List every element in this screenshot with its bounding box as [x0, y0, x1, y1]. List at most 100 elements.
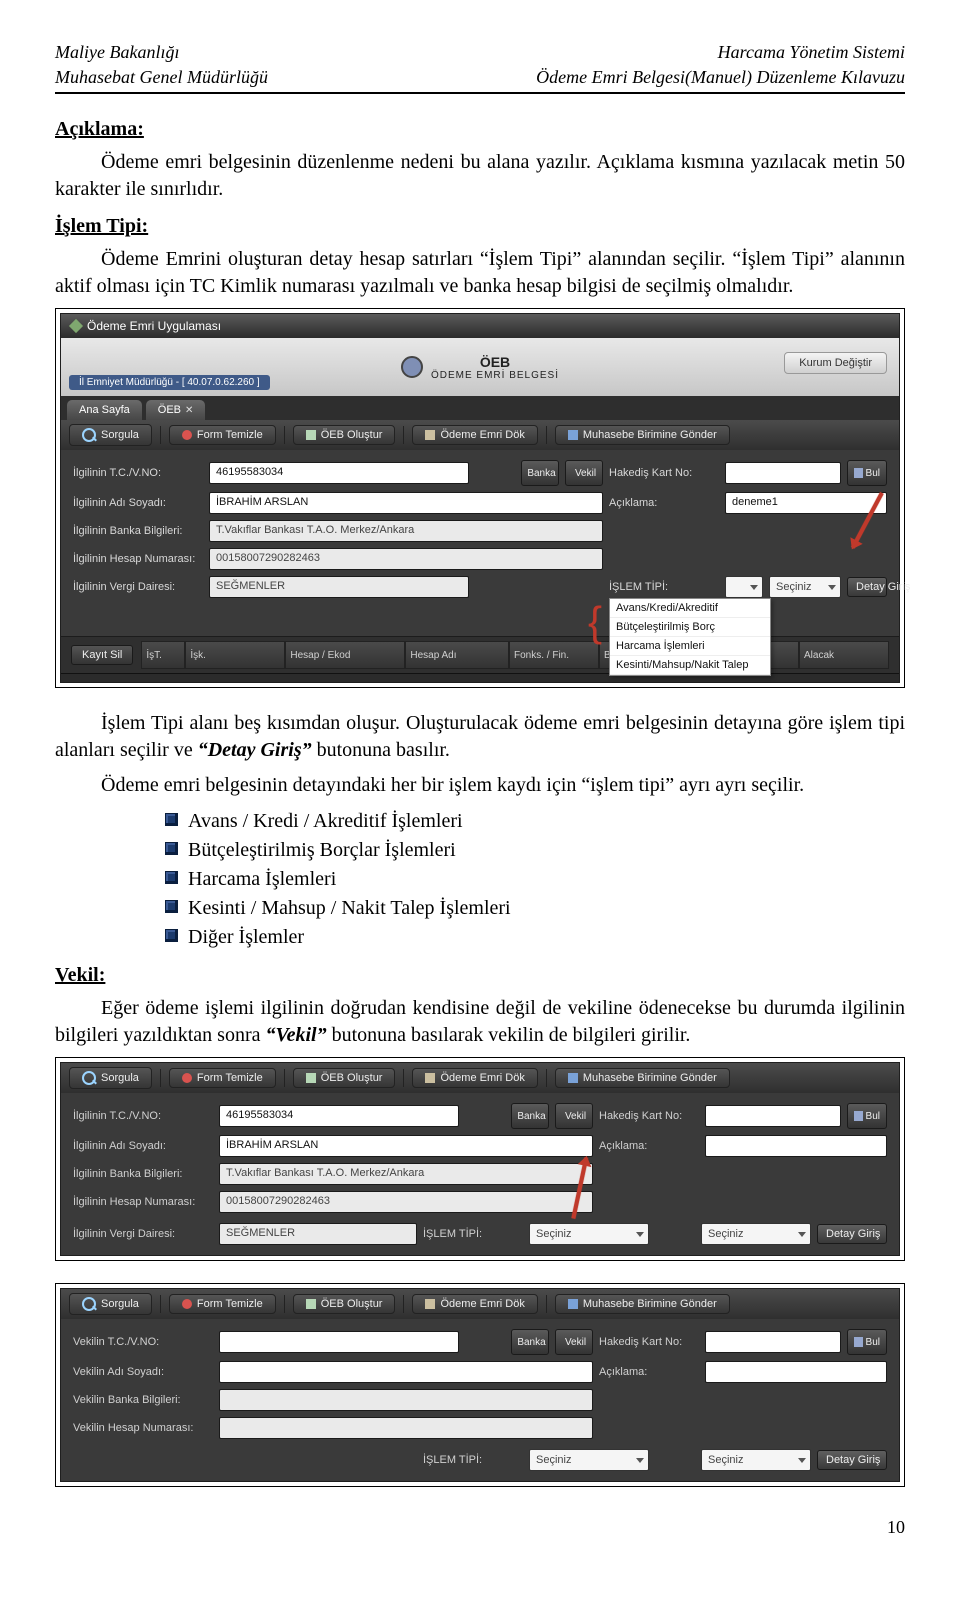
aciklama-input[interactable]: deneme1 [725, 492, 887, 514]
label-vekil-hesapno: Vekilin Hesap Numarası: [73, 1422, 213, 1434]
islemtipi-select-1[interactable]: Seçiniz [529, 1223, 649, 1245]
label-islemtipi: İŞLEM TİPİ: [609, 581, 719, 593]
label-banka: İlgilinin Banka Bilgileri: [73, 525, 203, 537]
islemtipi-select-2[interactable]: Seçiniz [769, 576, 841, 598]
hakedis-input[interactable] [725, 462, 841, 484]
vekil-button[interactable]: Vekil [555, 1329, 593, 1355]
sorgula-button[interactable]: Sorgula [69, 1293, 152, 1315]
label-vergidairesi: İlgilinin Vergi Dairesi: [73, 581, 203, 593]
odeme-emri-dok-button[interactable]: Ödeme Emri Dök [412, 1068, 537, 1088]
islemtipi-select-1[interactable]: Seçiniz [529, 1449, 649, 1471]
form-temizle-button[interactable]: Form Temizle [169, 1068, 276, 1088]
banka-input: T.Vakıflar Bankası T.A.O. Merkez/Ankara [209, 520, 603, 542]
label-hesapno: İlgilinin Hesap Numarası: [73, 1196, 213, 1208]
grid-header: Fonks. / Fin. [509, 641, 599, 669]
curly-brace-annotation: { [588, 601, 602, 643]
bullet-icon [165, 871, 178, 884]
dropdown-item[interactable]: Kesinti/Mahsup/Nakit Talep [610, 656, 770, 675]
label-adsoyad: İlgilinin Adı Soyadı: [73, 1140, 213, 1152]
muhasebe-gonder-button[interactable]: Muhasebe Birimine Gönder [555, 1294, 730, 1314]
chevron-down-icon [636, 1458, 644, 1463]
islemtipi-select-1[interactable] [725, 576, 763, 598]
screenshot-2: Sorgula Form Temizle ÖEB Oluştur Ödeme E… [55, 1057, 905, 1261]
clear-icon [182, 1299, 192, 1309]
banka-button[interactable]: Banka [511, 1103, 549, 1129]
islem-tipi-bullets: Avans / Kredi / Akreditif İşlemleri Bütç… [165, 807, 905, 952]
tcvno-input[interactable]: 46195583034 [209, 462, 469, 484]
bul-button[interactable]: Bul [847, 1329, 887, 1355]
section-title-islem-tipi: İşlem Tipi: [55, 215, 905, 238]
app-banner: İl Emniyet Müdürlüğü - [ 40.07.0.62.260 … [61, 338, 899, 396]
label-banka: İlgilinin Banka Bilgileri: [73, 1168, 213, 1180]
dropdown-item[interactable]: Bütçeleştirilmiş Borç [610, 618, 770, 637]
send-icon [568, 430, 578, 440]
sorgula-button[interactable]: Sorgula [69, 424, 152, 446]
grid-body-empty [61, 673, 899, 682]
chevron-down-icon [750, 585, 758, 590]
muhasebe-gonder-button[interactable]: Muhasebe Birimine Gönder [555, 425, 730, 445]
clear-icon [182, 430, 192, 440]
label-hakedis: Hakediş Kart No: [599, 1336, 699, 1348]
adsoyad-input[interactable]: İBRAHİM ARSLAN [209, 492, 603, 514]
banka-button[interactable]: Banka [511, 1329, 549, 1355]
detay-giris-button[interactable]: Detay Giriş [817, 1450, 887, 1470]
aciklama-input[interactable] [705, 1135, 887, 1157]
odeme-emri-dok-button[interactable]: Ödeme Emri Dök [412, 1294, 537, 1314]
tab-oeb[interactable]: ÖEB✕ [146, 400, 206, 420]
app-titlebar: Ödeme Emri Uygulaması [61, 314, 899, 338]
sorgula-button[interactable]: Sorgula [69, 1067, 152, 1089]
bullet-icon [165, 900, 178, 913]
section-title-aciklama: Açıklama: [55, 118, 905, 141]
send-icon [568, 1299, 578, 1309]
oeb-olustur-button[interactable]: ÖEB Oluştur [293, 1068, 396, 1088]
vekil-tcvno-input[interactable] [219, 1331, 459, 1353]
kayit-sil-button[interactable]: Kayıt Sil [71, 645, 133, 665]
banka-button[interactable]: Banka [521, 460, 559, 486]
search-icon [82, 1297, 96, 1311]
close-icon[interactable]: ✕ [185, 405, 193, 416]
document-icon [306, 430, 316, 440]
form-temizle-button[interactable]: Form Temizle [169, 1294, 276, 1314]
islemtipi-select-2[interactable]: Seçiniz [701, 1449, 811, 1471]
bul-button[interactable]: Bul [847, 1103, 887, 1129]
bullet-icon [165, 842, 178, 855]
form-temizle-button[interactable]: Form Temizle [169, 425, 276, 445]
label-tcvno: İlgilinin T.C./V.NO: [73, 1110, 213, 1122]
banner-logo: ÖEB ÖDEME EMRİ BELGESİ [401, 354, 559, 381]
detay-giris-button[interactable]: Detay Giriş [847, 577, 887, 597]
tcvno-input[interactable]: 46195583034 [219, 1105, 459, 1127]
grid-header: İşk. [185, 641, 285, 669]
change-org-button[interactable]: Kurum Değiştir [784, 352, 887, 374]
print-icon [425, 1299, 435, 1309]
banner-unit: İl Emniyet Müdürlüğü - [ 40.07.0.62.260 … [69, 375, 270, 390]
aciklama-input[interactable] [705, 1361, 887, 1383]
oeb-olustur-button[interactable]: ÖEB Oluştur [293, 425, 396, 445]
tab-anasayfa[interactable]: Ana Sayfa [67, 400, 142, 420]
label-islemtipi: İŞLEM TİPİ: [423, 1228, 523, 1240]
odeme-emri-dok-button[interactable]: Ödeme Emri Dök [412, 425, 537, 445]
hakedis-input[interactable] [705, 1331, 841, 1353]
header-rule [55, 92, 905, 94]
grid-header: Hesap / Ekod [285, 641, 405, 669]
islem-tipi-body: Ödeme Emrini oluşturan detay hesap satır… [55, 246, 905, 300]
vekil-button[interactable]: Vekil [555, 1103, 593, 1129]
hakedis-input[interactable] [705, 1105, 841, 1127]
vekil-button[interactable]: Vekil [565, 460, 603, 486]
oeb-olustur-button[interactable]: ÖEB Oluştur [293, 1294, 396, 1314]
muhasebe-gonder-button[interactable]: Muhasebe Birimine Gönder [555, 1068, 730, 1088]
app-title: Ödeme Emri Uygulaması [87, 319, 221, 333]
detay-giris-button[interactable]: Detay Giriş [817, 1224, 887, 1244]
dropdown-item[interactable]: Harcama İşlemleri [610, 637, 770, 656]
label-aciklama: Açıklama: [609, 497, 719, 509]
banner-brand-sub: ÖDEME EMRİ BELGESİ [431, 370, 559, 381]
header-left-1: Maliye Bakanlığı [55, 40, 268, 65]
label-islemtipi: İŞLEM TİPİ: [423, 1454, 523, 1466]
bul-button[interactable]: Bul [847, 460, 887, 486]
islemtipi-select-2[interactable]: Seçiniz [701, 1223, 811, 1245]
search-icon [82, 428, 96, 442]
adsoyad-input[interactable]: İBRAHİM ARSLAN [219, 1135, 593, 1157]
islemtipi-dropdown[interactable]: { Avans/Kredi/Akreditif Bütçeleştirilmiş… [609, 598, 771, 676]
vekil-adsoyad-input[interactable] [219, 1361, 593, 1383]
section-title-vekil: Vekil: [55, 964, 905, 987]
dropdown-item[interactable]: Avans/Kredi/Akreditif [610, 599, 770, 618]
